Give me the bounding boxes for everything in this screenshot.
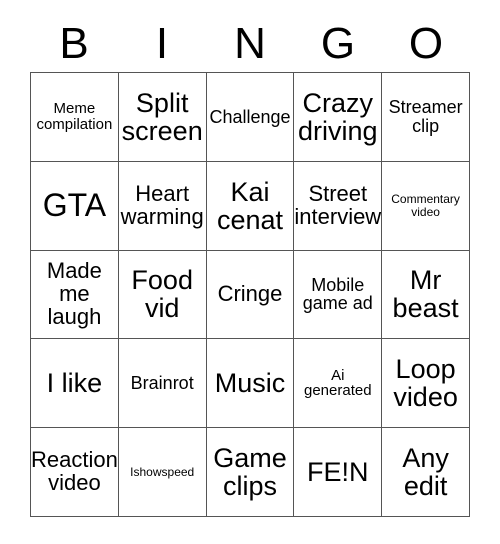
bingo-cell[interactable]: Split screen [118,73,207,162]
bingo-header-row: B I N G O [30,16,470,72]
bingo-header-letter-o: O [408,19,444,68]
bingo-cell[interactable]: Challenge [206,73,295,162]
bingo-card: B I N G O Meme compilation Split screen … [0,0,500,544]
bingo-header-letter-n: N [234,19,266,68]
bingo-cell[interactable]: Reaction video [31,428,119,517]
bingo-row: I like Brainrot Music Ai generated Loop … [31,339,470,429]
bingo-cell[interactable]: Street interview [294,161,383,251]
bingo-cell[interactable]: Crazy driving [294,73,383,162]
bingo-cell[interactable]: FE!N [294,428,383,517]
bingo-grid: Meme compilation Split screen Challenge … [30,72,470,517]
bingo-cell[interactable]: Game clips [206,428,295,517]
bingo-header-letter-i: I [155,19,169,68]
bingo-cell[interactable]: Cringe [206,250,295,340]
bingo-header-letter-b: B [59,19,89,68]
bingo-cell[interactable]: Food vid [118,250,207,340]
bingo-cell[interactable]: Ai generated [294,339,383,429]
bingo-row: Made me laugh Food vid Cringe Mobile gam… [31,250,470,340]
bingo-cell[interactable]: Commentary video [382,161,470,251]
bingo-row: Meme compilation Split screen Challenge … [31,73,470,162]
bingo-cell[interactable]: Ishowspeed [118,428,207,517]
bingo-cell[interactable]: Made me laugh [31,250,119,340]
bingo-cell[interactable]: Music [206,339,295,429]
bingo-cell[interactable]: GTA [31,161,119,251]
bingo-cell[interactable]: Mobile game ad [294,250,383,340]
bingo-header-letter-g: G [320,19,356,68]
bingo-cell[interactable]: Any edit [382,428,470,517]
bingo-cell[interactable]: Loop video [382,339,470,429]
bingo-row: GTA Heart warming Kai cenat Street inter… [31,161,470,251]
bingo-cell[interactable]: Mr beast [382,250,470,340]
bingo-cell[interactable]: Brainrot [118,339,207,429]
bingo-cell[interactable]: Streamer clip [382,73,470,162]
bingo-cell[interactable]: Kai cenat [206,161,295,251]
bingo-cell[interactable]: Heart warming [118,161,207,251]
bingo-row: Reaction video Ishowspeed Game clips FE!… [31,428,470,517]
bingo-cell[interactable]: Meme compilation [31,73,119,162]
bingo-cell[interactable]: I like [31,339,119,429]
